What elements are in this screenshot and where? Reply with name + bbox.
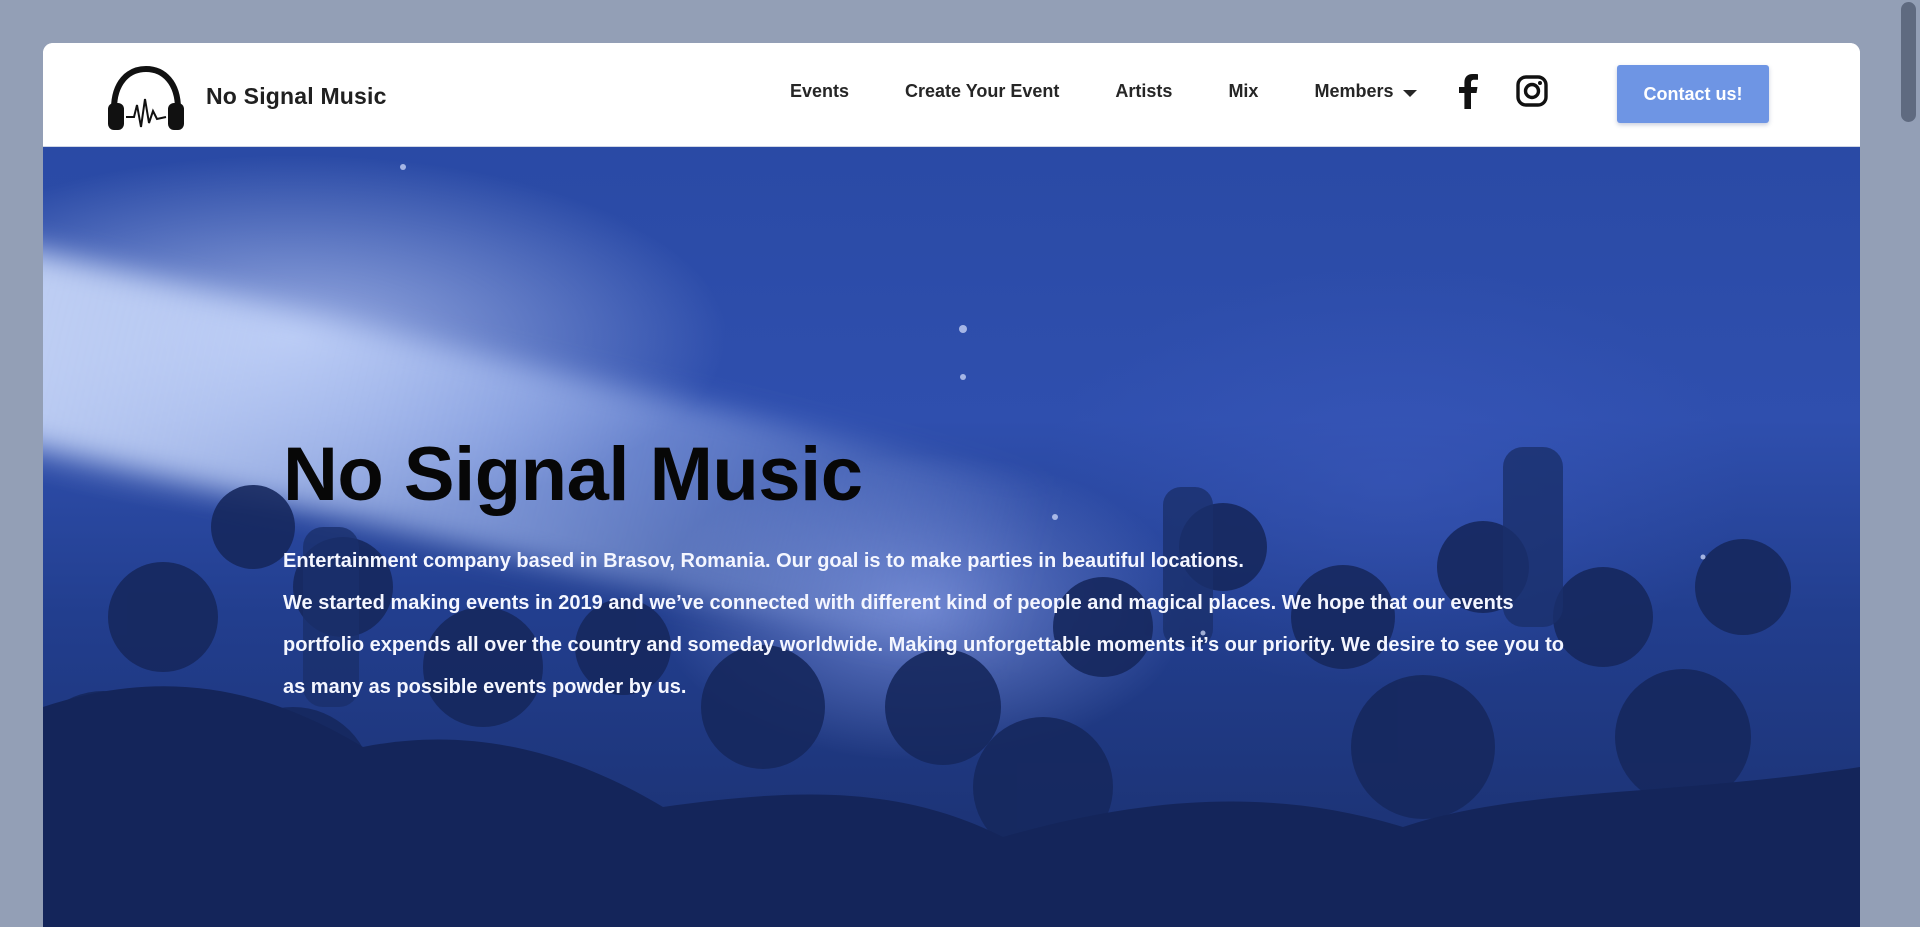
top-navbar: No Signal Music Events Create Your Event… <box>43 43 1860 147</box>
nav-item-label: Members <box>1314 81 1394 101</box>
hero-description: Entertainment company based in Brasov, R… <box>283 540 1583 708</box>
nav-item-events[interactable]: Events <box>790 81 849 102</box>
nav-item-label: Events <box>790 81 850 101</box>
instagram-link[interactable] <box>1516 73 1548 109</box>
nav-item-artists[interactable]: Artists <box>1115 81 1172 102</box>
nav-item-mix[interactable]: Mix <box>1228 81 1258 102</box>
hero-crowd-silhouette <box>43 164 1860 927</box>
brand-home-link[interactable]: No Signal Music <box>106 65 387 131</box>
brand-name: No Signal Music <box>206 82 387 109</box>
headphones-icon <box>108 65 184 130</box>
hero-paragraph: Entertainment company based in Brasov, R… <box>283 550 1244 572</box>
facebook-icon <box>1459 74 1478 109</box>
nav-item-create-your-event[interactable]: Create Your Event <box>905 81 1059 102</box>
hero-title: No Signal Music <box>283 432 863 517</box>
instagram-icon <box>1516 75 1548 107</box>
scrollbar-thumb[interactable] <box>1901 2 1916 122</box>
facebook-link[interactable] <box>1457 73 1479 109</box>
nav-item-label: Mix <box>1228 81 1259 101</box>
nav-item-label: Create Your Event <box>905 81 1060 101</box>
nav-item-members-dropdown[interactable]: Members <box>1314 81 1418 102</box>
main-nav: Events Create Your Event Artists Mix Mem… <box>790 81 1418 102</box>
hero-section: No Signal Music Entertainment company ba… <box>43 147 1860 927</box>
page-frame: No Signal Music Events Create Your Event… <box>43 43 1860 927</box>
page-scrollbar[interactable] <box>1897 0 1920 927</box>
contact-us-button[interactable]: Contact us! <box>1617 65 1769 123</box>
nav-item-label: Artists <box>1115 81 1173 101</box>
caret-down-icon <box>1403 90 1418 97</box>
hero-paragraph: We started making events in 2019 and we’… <box>283 592 1564 698</box>
